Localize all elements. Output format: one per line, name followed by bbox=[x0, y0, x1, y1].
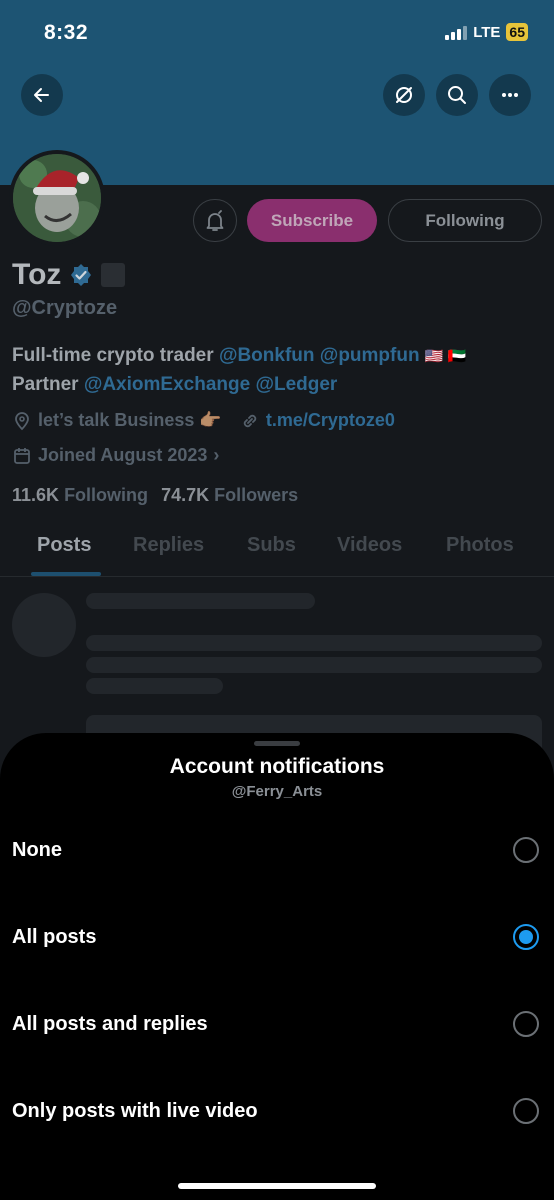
option-live-video[interactable]: Only posts with live video bbox=[0, 1081, 554, 1141]
following-count[interactable]: 11.6K bbox=[12, 485, 59, 505]
more-icon bbox=[502, 93, 518, 97]
sync-button[interactable] bbox=[383, 74, 425, 116]
loading-avatar-placeholder bbox=[12, 593, 76, 657]
mention-link[interactable]: @Bonkfun bbox=[219, 345, 315, 366]
profile-handle: @Cryptoze bbox=[12, 297, 118, 319]
website-link[interactable]: t.me/Cryptoze0 bbox=[266, 410, 395, 431]
option-label: None bbox=[12, 838, 62, 861]
loading-line-placeholder bbox=[86, 678, 223, 694]
following-label[interactable]: Following bbox=[64, 485, 148, 505]
mention-link[interactable]: @pumpfun bbox=[320, 345, 420, 366]
tab-videos[interactable]: Videos bbox=[337, 534, 402, 557]
subscribe-button[interactable]: Subscribe bbox=[247, 199, 377, 242]
search-icon bbox=[448, 86, 466, 104]
tab-photos[interactable]: Photos bbox=[446, 534, 514, 557]
option-none[interactable]: None bbox=[0, 820, 554, 880]
location-text: let’s talk Business 👉🏽 bbox=[38, 410, 222, 430]
back-arrow-icon bbox=[34, 88, 49, 102]
avatar[interactable] bbox=[9, 150, 105, 246]
option-label: All posts bbox=[12, 925, 97, 948]
follow-stats: 11.6K Following 74.7K Followers bbox=[12, 485, 298, 506]
search-button[interactable] bbox=[436, 74, 478, 116]
bio-text: Partner bbox=[12, 374, 79, 395]
badge-square-icon bbox=[101, 263, 126, 287]
back-button[interactable] bbox=[21, 74, 63, 116]
battery-icon: 65 bbox=[506, 23, 528, 41]
chevron-right-icon: › bbox=[213, 445, 220, 465]
sheet-grabber[interactable] bbox=[254, 741, 300, 746]
sheet-title: Account notifications bbox=[169, 755, 385, 778]
profile-name: Toz bbox=[12, 258, 62, 291]
tab-subs[interactable]: Subs bbox=[247, 534, 296, 557]
radio-button[interactable] bbox=[513, 1098, 539, 1124]
profile-name-row: Toz bbox=[12, 258, 126, 292]
signal-icon bbox=[445, 25, 468, 40]
avatar-image bbox=[13, 154, 101, 242]
tabs-divider bbox=[0, 576, 554, 577]
option-all-posts-and-replies[interactable]: All posts and replies bbox=[0, 994, 554, 1054]
bell-icon bbox=[206, 209, 224, 231]
tab-posts[interactable]: Posts bbox=[37, 534, 91, 557]
calendar-icon bbox=[14, 447, 30, 464]
bio-flags: 🇺🇸 🇦🇪 bbox=[424, 348, 467, 365]
option-label: Only posts with live video bbox=[12, 1099, 258, 1122]
option-all-posts[interactable]: All posts bbox=[0, 907, 554, 967]
option-label: All posts and replies bbox=[12, 1012, 208, 1035]
loading-line-placeholder bbox=[86, 593, 315, 609]
tab-replies[interactable]: Replies bbox=[133, 534, 204, 557]
mention-link[interactable]: @AxiomExchange bbox=[84, 374, 250, 395]
network-label: LTE bbox=[473, 23, 501, 41]
location-pin-icon bbox=[15, 411, 29, 430]
following-button[interactable]: Following bbox=[388, 199, 542, 242]
no-sync-icon bbox=[396, 87, 412, 103]
radio-button-selected[interactable] bbox=[513, 924, 539, 950]
radio-button[interactable] bbox=[513, 837, 539, 863]
account-notifications-sheet: Account notifications @Ferry_Arts None A… bbox=[0, 733, 554, 1200]
status-time: 8:32 bbox=[44, 21, 89, 44]
loading-line-placeholder bbox=[86, 657, 542, 673]
profile-meta-row: let’s talk Business 👉🏽 t.me/Cryptoze0 bbox=[12, 410, 395, 431]
home-indicator[interactable] bbox=[178, 1183, 376, 1189]
radio-button[interactable] bbox=[513, 1011, 539, 1037]
more-button[interactable] bbox=[489, 74, 531, 116]
followers-count[interactable]: 74.7K bbox=[161, 485, 209, 505]
link-icon bbox=[243, 414, 257, 427]
status-indicators: LTE 65 bbox=[445, 23, 528, 41]
verified-badge-icon bbox=[71, 264, 92, 286]
mention-link[interactable]: @Ledger bbox=[255, 374, 337, 395]
joined-row[interactable]: Joined August 2023 › bbox=[12, 445, 219, 466]
joined-text: Joined August 2023 bbox=[38, 445, 208, 465]
sheet-subtitle: @Ferry_Arts bbox=[231, 783, 323, 800]
bio-line-1: Full-time crypto trader @Bonkfun @pumpfu… bbox=[12, 345, 466, 367]
notifications-bell-button[interactable] bbox=[193, 199, 237, 242]
followers-label[interactable]: Followers bbox=[214, 485, 298, 505]
bio-line-2: Partner @AxiomExchange @Ledger bbox=[12, 374, 337, 396]
loading-line-placeholder bbox=[86, 635, 542, 651]
bio-text: Full-time crypto trader bbox=[12, 345, 214, 366]
